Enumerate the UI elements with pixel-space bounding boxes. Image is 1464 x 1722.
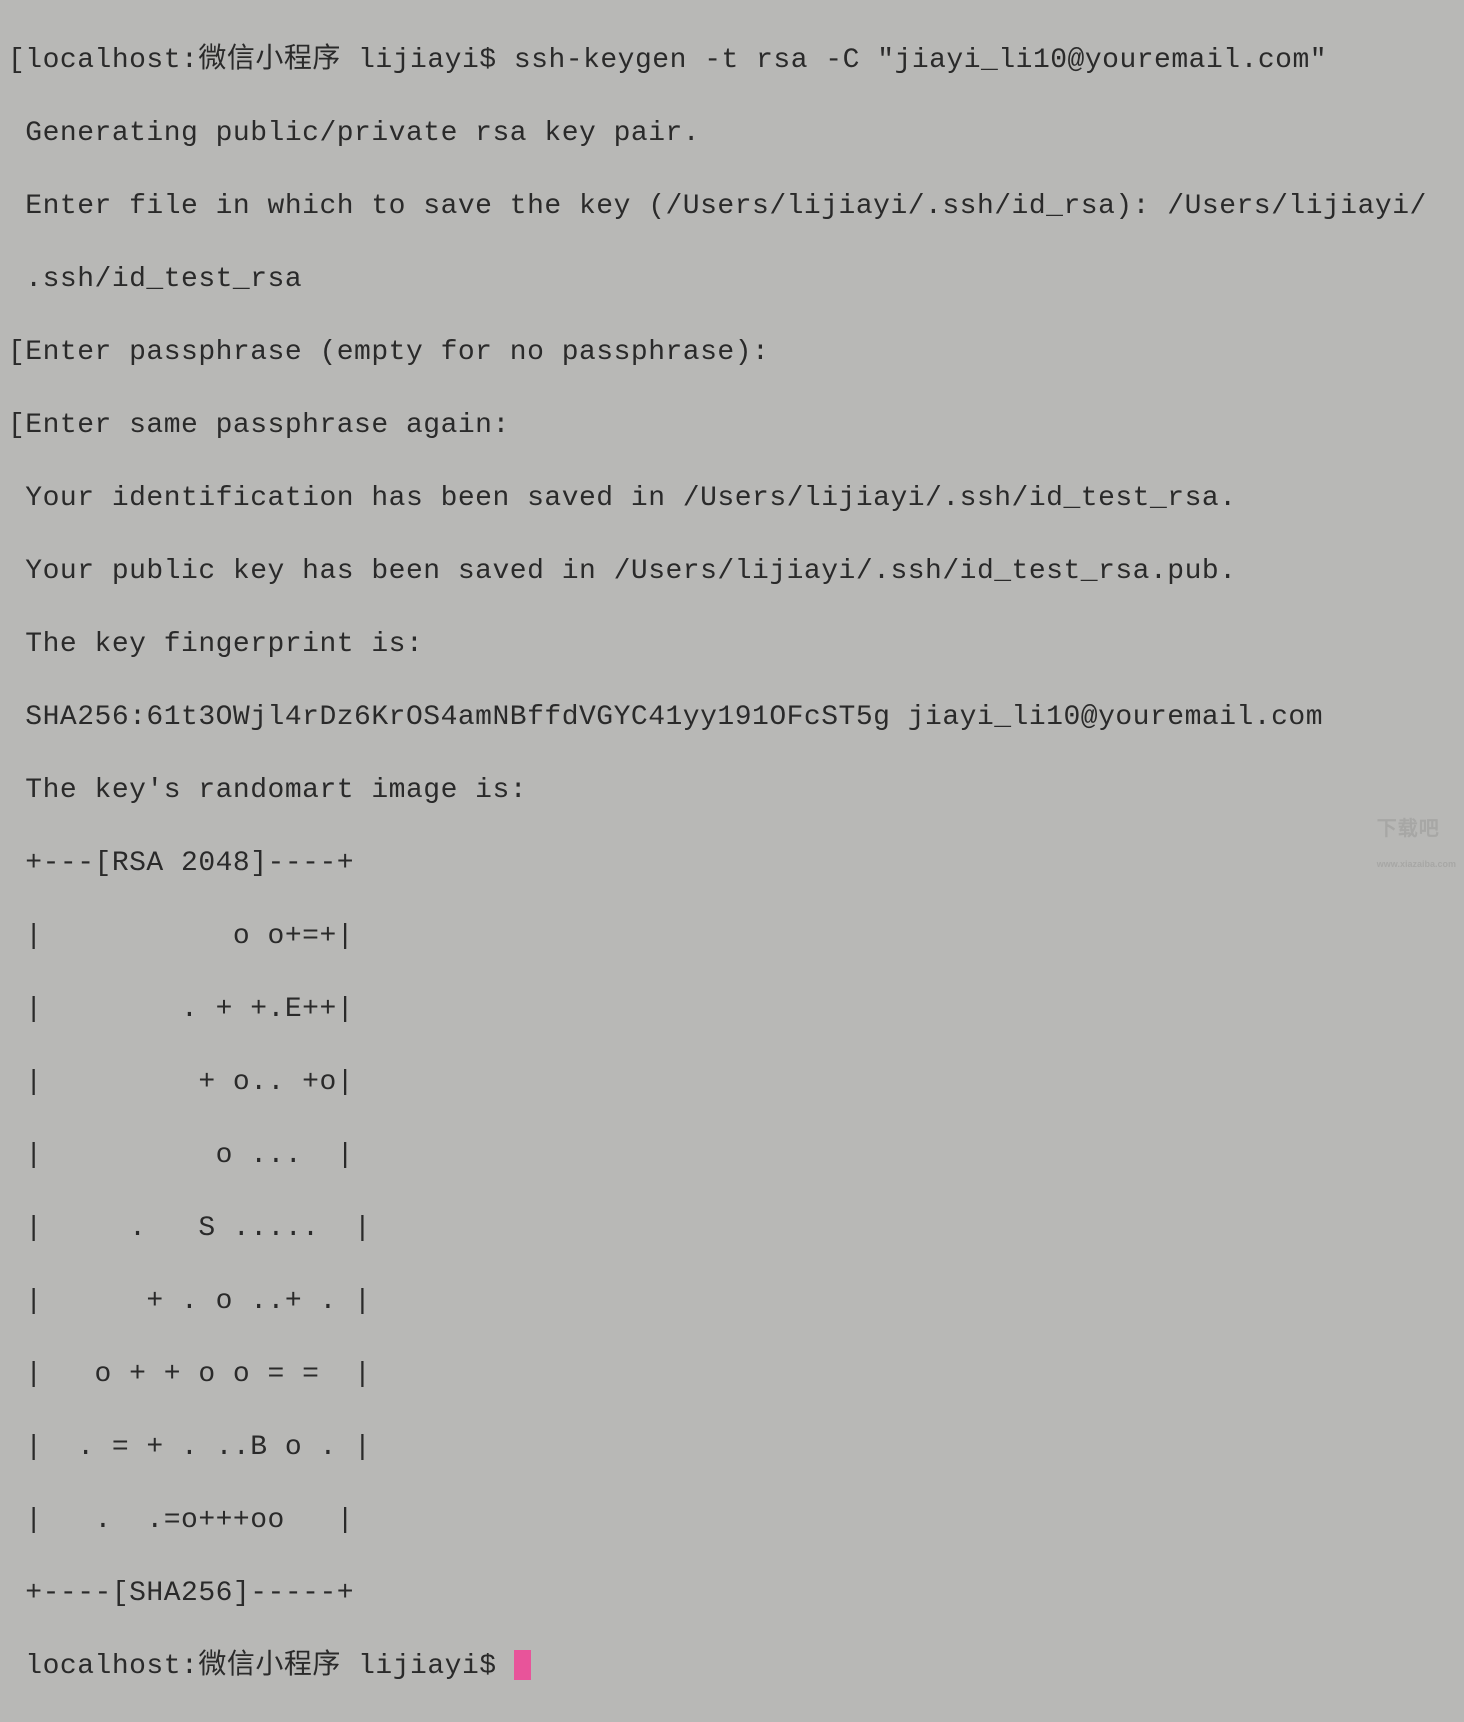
terminal-line: [localhost:微信小程序 lijiayi$ ssh-keygen -t … — [8, 43, 1464, 80]
terminal-line: Generating public/private rsa key pair. — [8, 116, 1464, 153]
terminal-prompt-line[interactable]: localhost:微信小程序 lijiayi$ — [8, 1649, 1464, 1686]
terminal-line: | o o+=+| — [8, 919, 1464, 956]
cursor-icon — [514, 1650, 531, 1680]
terminal-prompt: localhost:微信小程序 lijiayi$ — [8, 1651, 514, 1682]
terminal-line: | . = + . ..B o . | — [8, 1430, 1464, 1467]
terminal-line: | o ... | — [8, 1138, 1464, 1175]
terminal-line: Your identification has been saved in /U… — [8, 481, 1464, 518]
terminal-line: Your public key has been saved in /Users… — [8, 554, 1464, 591]
terminal-line: +---[RSA 2048]----+ — [8, 846, 1464, 883]
terminal-line: | . .=o+++oo | — [8, 1503, 1464, 1540]
terminal-line: The key fingerprint is: — [8, 627, 1464, 664]
terminal-line: [Enter passphrase (empty for no passphra… — [8, 335, 1464, 372]
watermark: 下载吧 www.xiazaiba.com — [1377, 811, 1456, 882]
terminal-output[interactable]: [localhost:微信小程序 lijiayi$ ssh-keygen -t … — [8, 6, 1464, 1722]
terminal-line: [Enter same passphrase again: — [8, 408, 1464, 445]
terminal-line: | . + +.E++| — [8, 992, 1464, 1029]
terminal-line: .ssh/id_test_rsa — [8, 262, 1464, 299]
terminal-line: SHA256:61t3OWjl4rDz6KrOS4amNBffdVGYC41yy… — [8, 700, 1464, 737]
watermark-url: www.xiazaiba.com — [1377, 846, 1456, 883]
terminal-line: | o + + o o = = | — [8, 1357, 1464, 1394]
terminal-line: | . S ..... | — [8, 1211, 1464, 1248]
terminal-line: The key's randomart image is: — [8, 773, 1464, 810]
terminal-line: Enter file in which to save the key (/Us… — [8, 189, 1464, 226]
terminal-line: | + . o ..+ . | — [8, 1284, 1464, 1321]
watermark-text: 下载吧 — [1377, 818, 1440, 840]
terminal-line: +----[SHA256]-----+ — [8, 1576, 1464, 1613]
terminal-line: | + o.. +o| — [8, 1065, 1464, 1102]
